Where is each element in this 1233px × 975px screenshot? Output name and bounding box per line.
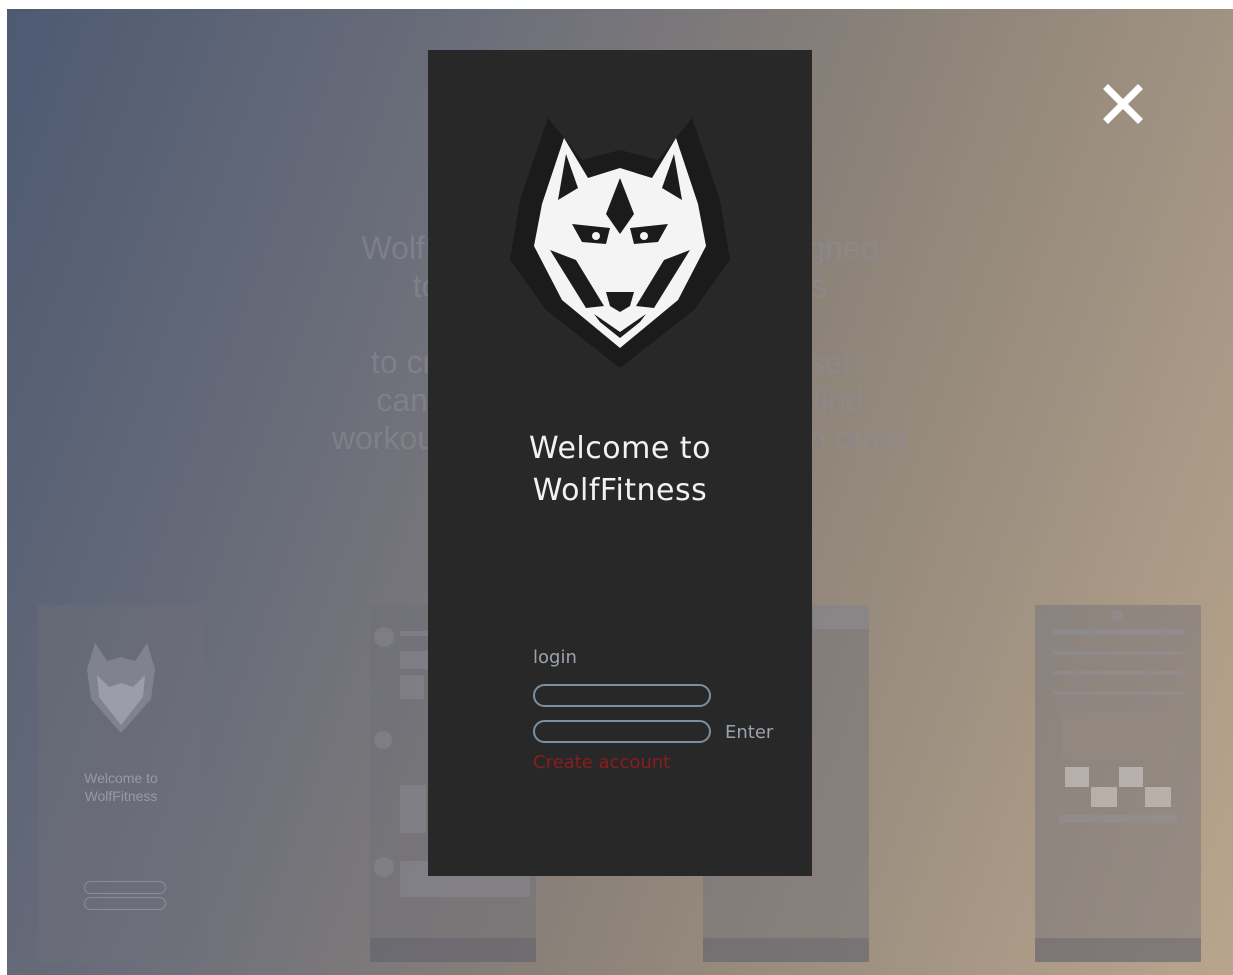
- preview-field: [84, 881, 166, 894]
- page-title: Welcome to WolfFitness: [428, 428, 812, 512]
- preview-nav: [1035, 938, 1201, 962]
- login-modal: Welcome to WolfFitness login Enter Creat…: [428, 50, 812, 876]
- wolf-head-logo-icon: [510, 118, 730, 368]
- enter-button[interactable]: Enter: [725, 722, 773, 743]
- login-label: login: [533, 647, 577, 668]
- phone-preview-workout: [1035, 605, 1201, 962]
- password-input[interactable]: [533, 720, 711, 743]
- preview-nav: [370, 938, 536, 962]
- phone-preview-login: Welcome to WolfFitness: [38, 605, 204, 962]
- username-input[interactable]: [533, 684, 711, 707]
- preview-field: [84, 897, 166, 910]
- title-line: Welcome to: [529, 431, 711, 466]
- title-line: WolfFitness: [532, 473, 708, 508]
- close-button[interactable]: [1100, 81, 1146, 127]
- preview-title: Welcome to WolfFitness: [84, 770, 158, 804]
- create-account-link[interactable]: Create account: [533, 752, 670, 773]
- preview-nav: [703, 938, 869, 962]
- close-icon[interactable]: [1100, 81, 1146, 127]
- wolf-head-icon: [87, 643, 155, 733]
